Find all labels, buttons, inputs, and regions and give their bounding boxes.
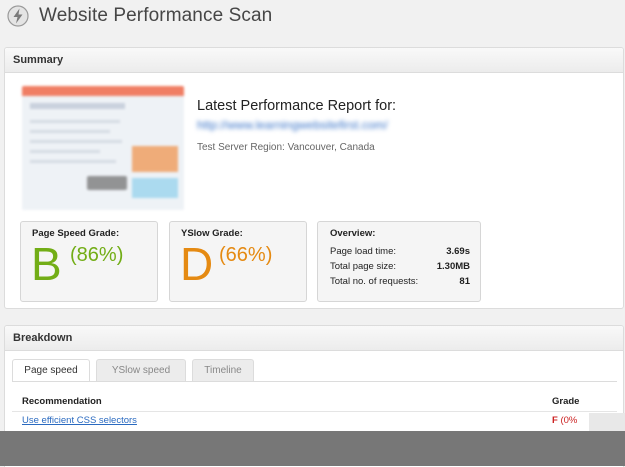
page-title: Website Performance Scan [39, 5, 273, 26]
grade-letter: F [552, 415, 558, 426]
report-title: Latest Performance Report for: [197, 98, 397, 114]
overview-value: 3.69s [446, 246, 470, 257]
overview-label: Page load time: [330, 246, 397, 257]
yslow-grade-letter: D [180, 238, 214, 290]
breakdown-heading: Breakdown [5, 326, 623, 351]
page-speed-grade-percent: (86%) [70, 244, 124, 266]
page-speed-grade-box: Page Speed Grade: B (86%) [20, 221, 158, 302]
recommendation-grade: F (0% [552, 415, 577, 426]
site-thumbnail [22, 86, 184, 210]
tab-yslow-speed[interactable]: YSlow speed [96, 359, 186, 381]
server-region: Test Server Region: Vancouver, Canada [197, 142, 375, 153]
tabs-divider [12, 381, 617, 382]
header-divider [12, 411, 617, 412]
overlay-notch [589, 413, 625, 431]
yslow-grade-box: YSlow Grade: D (66%) [169, 221, 307, 302]
overview-box: Overview: Page load time: 3.69s Total pa… [317, 221, 481, 302]
lightning-bolt-icon [7, 5, 29, 27]
overview-value: 1.30MB [436, 261, 470, 272]
column-header-grade: Grade [552, 396, 580, 407]
tab-timeline[interactable]: Timeline [192, 359, 254, 381]
summary-heading: Summary [5, 48, 623, 73]
grade-percent: (0% [560, 415, 578, 426]
overview-row-load-time: Page load time: 3.69s [330, 246, 470, 257]
overview-row-requests: Total no. of requests: 81 [330, 276, 470, 287]
app-header: Website Performance Scan [0, 0, 625, 36]
report-url-link[interactable]: http://www.learningwebsitefirst.com/ [197, 118, 388, 132]
overview-value: 81 [459, 276, 470, 287]
page-speed-grade-letter: B [31, 238, 62, 290]
overview-row-page-size: Total page size: 1.30MB [330, 261, 470, 272]
yslow-grade-percent: (66%) [219, 244, 273, 266]
column-header-recommendation: Recommendation [22, 396, 102, 407]
overview-title: Overview: [330, 228, 376, 239]
overview-label: Total page size: [330, 261, 397, 272]
recommendation-link[interactable]: Use efficient CSS selectors [22, 415, 137, 426]
summary-panel: Summary Latest Performance Report for: h… [4, 47, 624, 309]
overview-label: Total no. of requests: [330, 276, 419, 287]
tab-page-speed[interactable]: Page speed [12, 359, 90, 382]
bottom-overlay [0, 431, 625, 466]
